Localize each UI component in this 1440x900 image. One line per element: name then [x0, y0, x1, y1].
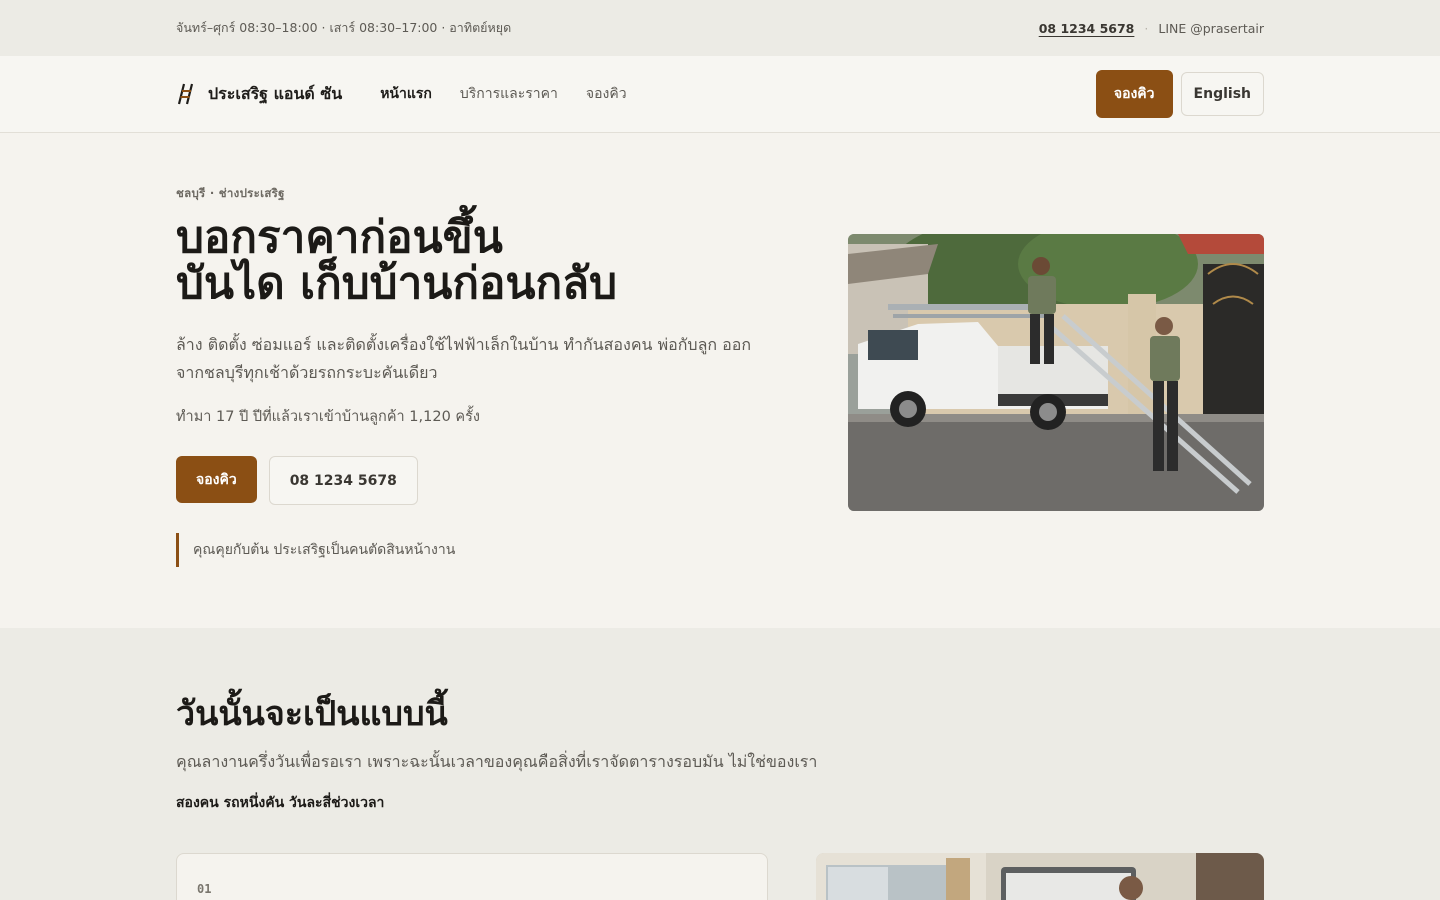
- ladder-logo-icon: [177, 83, 194, 105]
- ac-technician-photo: [816, 853, 1264, 900]
- hero-text: ชลบุรี · ช่างประเสริฐ บอกราคาก่อนขึ้น บั…: [176, 185, 776, 567]
- hero-eyebrow: ชลบุรี · ช่างประเสริฐ: [176, 186, 285, 200]
- day-section: วันนั้นจะเป็นแบบนี้ คุณลางานครึ่งวันเพื่…: [0, 628, 1440, 900]
- section-title: วันนั้นจะเป็นแบบนี้: [176, 694, 448, 734]
- technicians-truck-ladder-image: [848, 234, 1264, 511]
- header-book-button[interactable]: จองคิว: [1095, 70, 1173, 118]
- hero-description: ล้าง ติดตั้ง ซ่อมแอร์ และติดตั้งเครื่องใ…: [176, 335, 752, 382]
- hero-section: ชลบุรี · ช่างประเสริฐ บอกราคาก่อนขึ้น บั…: [0, 133, 1440, 628]
- brand-name: ประเสริฐ แอนด์ ซัน: [208, 83, 343, 103]
- hero-title-line1: บอกราคาก่อนขึ้น: [176, 212, 503, 263]
- nav-services[interactable]: บริการและราคา: [460, 83, 558, 105]
- header-actions: จองคิว English: [1095, 70, 1264, 118]
- hero-buttons: จองคิว 08 1234 5678: [176, 456, 776, 505]
- section-description: คุณลางานครึ่งวันเพื่อรอเรา เพราะฉะนั้นเว…: [176, 752, 818, 771]
- hero-title: บอกราคาก่อนขึ้น บันได เก็บบ้านก่อนกลับ: [176, 215, 776, 307]
- hero-stat: ทำมา 17 ปี ปีที่แล้วเราเข้าบ้านลูกค้า 1,…: [176, 409, 480, 425]
- site-header: ประเสริฐ แอนด์ ซัน หน้าแรก บริการและราคา…: [0, 56, 1440, 133]
- top-contact: 08 1234 5678 · LINE @prasertair: [1039, 21, 1264, 36]
- hero-phone-button[interactable]: 08 1234 5678: [268, 456, 418, 505]
- language-button[interactable]: English: [1180, 72, 1264, 116]
- brand[interactable]: ประเสริฐ แอนด์ ซัน: [176, 82, 342, 107]
- top-separator: ·: [1144, 20, 1149, 36]
- step-card: 01: [176, 853, 768, 900]
- hero-title-line2: บันได เก็บบ้านก่อนกลับ: [176, 258, 618, 309]
- section-subtitle: สองคน รถหนึ่งคัน วันละสี่ช่วงเวลา: [176, 795, 385, 811]
- top-bar: จันทร์–ศุกร์ 08:30–18:00 · เสาร์ 08:30–1…: [0, 0, 1440, 56]
- business-hours: จันทร์–ศุกร์ 08:30–18:00 · เสาร์ 08:30–1…: [176, 20, 512, 35]
- nav-home[interactable]: หน้าแรก: [380, 83, 432, 105]
- main-nav: หน้าแรก บริการและราคา จองคิว: [380, 83, 626, 105]
- hero-book-button[interactable]: จองคิว: [176, 456, 257, 503]
- nav-booking[interactable]: จองคิว: [586, 83, 627, 105]
- hero-quote: คุณคุยกับต้น ประเสริฐเป็นคนตัดสินหน้างาน: [176, 533, 776, 567]
- top-phone-link[interactable]: 08 1234 5678: [1039, 21, 1135, 36]
- line-link[interactable]: LINE @prasertair: [1158, 21, 1264, 36]
- hero-photo: [848, 234, 1264, 511]
- ac-unit-image: [816, 853, 1264, 900]
- step-number: 01: [197, 882, 212, 896]
